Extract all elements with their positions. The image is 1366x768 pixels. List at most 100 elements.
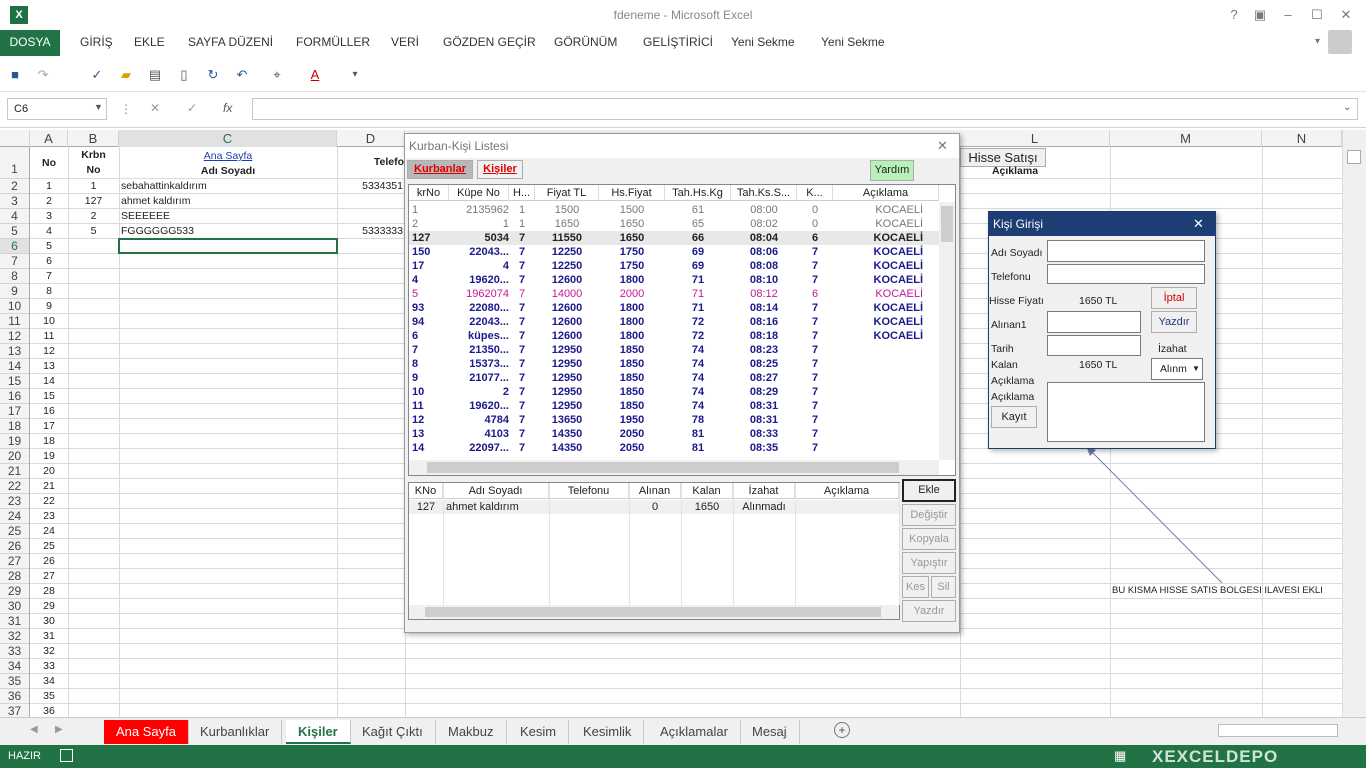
prev-sheet-icon[interactable]: ◀ bbox=[30, 724, 38, 735]
scroll-thumb[interactable] bbox=[1347, 150, 1361, 164]
kurban-col-header[interactable]: Tah.Hs.Kg bbox=[665, 185, 731, 201]
kisi-col-header[interactable]: Alınan bbox=[629, 483, 681, 499]
sil-button[interactable]: Sil bbox=[931, 576, 956, 598]
cell-a[interactable]: 17 bbox=[30, 420, 68, 432]
row-header[interactable]: 33 bbox=[0, 644, 29, 659]
cell-a[interactable]: 18 bbox=[30, 435, 68, 447]
kurban-col-header[interactable]: Açıklama bbox=[833, 185, 939, 201]
kurban-row[interactable]: 7 21350... 7 12950 1850 74 08:23 7 bbox=[409, 343, 939, 357]
kurban-row[interactable]: 17 4 7 12250 1750 69 08:08 7 KOCAELİ bbox=[409, 259, 939, 273]
cancel-icon[interactable]: ✕ bbox=[150, 101, 160, 115]
kurban-col-header[interactable]: Hs.Fiyat bbox=[599, 185, 665, 201]
kurban-row[interactable]: 6 küpes... 7 12600 1800 72 08:18 7 KOCAELİ bbox=[409, 329, 939, 343]
tab-new-2[interactable]: Yeni Sekme bbox=[819, 30, 887, 56]
cell-a[interactable]: 30 bbox=[30, 615, 68, 627]
kisi-col-header[interactable]: Adı Soyadı bbox=[443, 483, 549, 499]
name-box-dropdown-icon[interactable]: ▼ bbox=[94, 102, 103, 112]
row-header[interactable]: 26 bbox=[0, 539, 29, 554]
iptal-button[interactable]: İptal bbox=[1151, 287, 1197, 309]
column-header-a[interactable]: A bbox=[30, 130, 68, 147]
cell-c[interactable]: SEEEEEE bbox=[121, 210, 337, 222]
help-button[interactable]: Yardım bbox=[870, 160, 914, 181]
column-header-l[interactable]: L bbox=[960, 130, 1110, 147]
kurban-row[interactable]: 8 15373... 7 12950 1850 74 08:25 7 bbox=[409, 357, 939, 371]
tarih-input[interactable] bbox=[1047, 335, 1141, 356]
cell-a[interactable]: 2 bbox=[30, 195, 68, 207]
add-sheet-icon[interactable]: + bbox=[834, 722, 850, 738]
selected-cell-c6[interactable] bbox=[118, 238, 338, 254]
kisi-col-header[interactable]: KNo bbox=[409, 483, 443, 499]
kisi-col-header[interactable]: Telefonu bbox=[549, 483, 629, 499]
kisi-row[interactable]: 127 ahmet kaldırım 0 1650 Alınmadı bbox=[409, 500, 899, 514]
kayit-button[interactable]: Kayıt bbox=[991, 406, 1037, 428]
cell-a[interactable]: 26 bbox=[30, 555, 68, 567]
tab-new-1[interactable]: Yeni Sekme bbox=[729, 30, 797, 56]
kurban-col-header[interactable]: K... bbox=[797, 185, 833, 201]
undo-icon[interactable]: ↶ bbox=[233, 66, 251, 84]
kisi-table[interactable]: KNo Adı Soyadı Telefonu Alınan Kalan İzahat Aç… bbox=[408, 482, 900, 620]
cell-a[interactable]: 15 bbox=[30, 390, 68, 402]
spellcheck-icon[interactable]: ✓ bbox=[88, 66, 106, 84]
next-sheet-icon[interactable]: ▶ bbox=[55, 724, 63, 735]
user-avatar-icon[interactable] bbox=[1328, 30, 1352, 54]
tab-developer[interactable]: GELİŞTİRİCİ bbox=[641, 30, 715, 56]
column-header-n[interactable]: N bbox=[1262, 130, 1342, 147]
row-header[interactable]: 22 bbox=[0, 479, 29, 494]
row-header[interactable]: 1 bbox=[0, 147, 29, 179]
cell-b[interactable]: 127 bbox=[68, 195, 119, 207]
row-header[interactable]: 16 bbox=[0, 389, 29, 404]
row-header[interactable]: 19 bbox=[0, 434, 29, 449]
cell-a[interactable]: 14 bbox=[30, 375, 68, 387]
cell-a[interactable]: 34 bbox=[30, 675, 68, 687]
cell-c[interactable]: FGGGGGG533 bbox=[121, 225, 337, 237]
aciklama-textarea[interactable] bbox=[1047, 382, 1205, 442]
cell-d[interactable]: 5334351 bbox=[337, 180, 403, 192]
row-header[interactable]: 24 bbox=[0, 509, 29, 524]
cell-a[interactable]: 31 bbox=[30, 630, 68, 642]
link-ana-sayfa[interactable]: Ana Sayfa bbox=[119, 150, 337, 162]
row-header[interactable]: 31 bbox=[0, 614, 29, 629]
yapistir-button[interactable]: Yapıştır bbox=[902, 552, 956, 574]
customize-qat-icon[interactable]: ▾ bbox=[346, 66, 364, 84]
horizontal-scrollbar[interactable] bbox=[1218, 724, 1338, 737]
row-header[interactable]: 13 bbox=[0, 344, 29, 359]
kurban-row[interactable]: 12 4784 7 13650 1950 78 08:31 7 bbox=[409, 413, 939, 427]
new-file-icon[interactable]: ▯ bbox=[175, 66, 193, 84]
sheet-tab-kagit-cikti[interactable]: Kağıt Çıktı bbox=[350, 720, 436, 744]
column-header-d[interactable]: D bbox=[337, 130, 405, 147]
kurban-row[interactable]: 94 22043... 7 12600 1800 72 08:16 7 KOCAELİ bbox=[409, 315, 939, 329]
kisi-dialog-close-icon[interactable]: ✕ bbox=[1193, 216, 1204, 232]
insert-function-icon[interactable]: fx bbox=[223, 101, 232, 115]
row-header[interactable]: 28 bbox=[0, 569, 29, 584]
row-header[interactable]: 23 bbox=[0, 494, 29, 509]
cell-c[interactable]: ahmet kaldırım bbox=[121, 195, 337, 207]
column-header-c[interactable]: C bbox=[119, 130, 337, 147]
kurban-row[interactable]: 10 2 7 12950 1850 74 08:29 7 bbox=[409, 385, 939, 399]
row-header[interactable]: 14 bbox=[0, 359, 29, 374]
tab-review[interactable]: GÖZDEN GEÇİR bbox=[441, 30, 538, 56]
adi-soyadi-input[interactable] bbox=[1047, 240, 1205, 262]
cell-b[interactable]: 5 bbox=[68, 225, 119, 237]
row-header[interactable]: 34 bbox=[0, 659, 29, 674]
enter-icon[interactable]: ✓ bbox=[187, 101, 197, 115]
izahat-select[interactable]: Alınm ▼ bbox=[1151, 358, 1203, 380]
kurban-row[interactable]: 1 2135962 1 1500 1500 61 08:00 0 KOCAELİ bbox=[409, 203, 939, 217]
cell-a[interactable]: 28 bbox=[30, 585, 68, 597]
kurban-row[interactable]: 5 1962074 7 14000 2000 71 08:12 6 KOCAELİ bbox=[409, 287, 939, 301]
row-header[interactable]: 29 bbox=[0, 584, 29, 599]
macro-record-icon[interactable] bbox=[60, 749, 73, 762]
tab-kurbanlar[interactable]: Kurbanlar bbox=[407, 160, 473, 179]
row-header[interactable]: 21 bbox=[0, 464, 29, 479]
kurban-col-header[interactable]: Küpe No bbox=[449, 185, 509, 201]
cell-a[interactable]: 36 bbox=[30, 705, 68, 717]
kurban-table[interactable]: krNo Küpe No H... Fiyat TL Hs.Fiyat Tah.Hs.Kg… bbox=[408, 184, 956, 476]
row-header[interactable]: 27 bbox=[0, 554, 29, 569]
row-header[interactable]: 17 bbox=[0, 404, 29, 419]
vertical-scrollbar[interactable] bbox=[1342, 130, 1366, 717]
kurban-vscroll[interactable] bbox=[939, 202, 955, 460]
cell-a[interactable]: 1 bbox=[30, 180, 68, 192]
cell-a[interactable]: 4 bbox=[30, 225, 68, 237]
cell-a[interactable]: 27 bbox=[30, 570, 68, 582]
kurban-row[interactable]: 2 1 1 1650 1650 65 08:02 0 KOCAELİ bbox=[409, 217, 939, 231]
open-folder-icon[interactable]: ▰ bbox=[117, 66, 135, 84]
